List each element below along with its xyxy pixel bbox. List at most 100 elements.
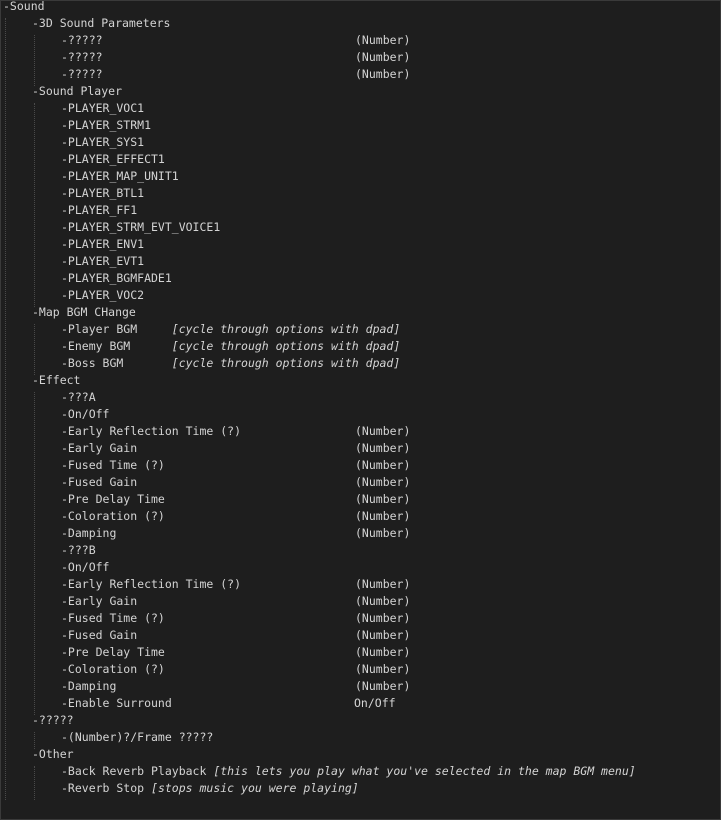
tree-leaf: -????? (Number) [61, 49, 410, 66]
line-text: -3D Sound Parameters [32, 16, 171, 30]
line-text: -Early Gain [61, 441, 138, 455]
tree-leaf: -PLAYER_FF1 [61, 202, 137, 219]
tree-leaf: -Enemy BGM [cycle through options with d… [61, 338, 400, 355]
line-text: -PLAYER_BGMFADE1 [61, 271, 172, 285]
value-placeholder: (Number) [355, 441, 411, 455]
tree-leaf: -PLAYER_VOC2 [61, 287, 144, 304]
value-placeholder: (Number) [355, 577, 411, 591]
line-text: -???A [61, 390, 96, 404]
tree-leaf: -Damping (Number) [61, 678, 410, 695]
line-text: -PLAYER_VOC2 [61, 288, 145, 302]
tree-leaf: -PLAYER_BGMFADE1 [61, 270, 172, 287]
value-placeholder: (Number) [355, 33, 411, 47]
tree-leaf: -???A [61, 389, 96, 406]
line-text: -PLAYER_STRM1 [61, 118, 152, 132]
tree-node-unknown: -????? [32, 712, 74, 729]
indent-guide-level-1 [5, 18, 6, 800]
line-text: -Coloration (?) [61, 662, 165, 676]
tree-leaf: -Coloration (?) (Number) [61, 661, 410, 678]
line-text: -Boss BGM [61, 356, 172, 370]
text-editor[interactable]: -Sound -3D Sound Parameters -????? (Numbe… [0, 0, 721, 820]
tree-leaf: -PLAYER_EVT1 [61, 253, 144, 270]
value-placeholder: (Number) [355, 492, 411, 506]
tree-leaf: -PLAYER_STRM1 [61, 117, 151, 134]
line-text: -On/Off [61, 560, 110, 574]
tree-leaf: -PLAYER_ENV1 [61, 236, 144, 253]
value-placeholder: On/Off [354, 696, 396, 710]
line-text: -Coloration (?) [61, 509, 165, 523]
line-text: -Damping [61, 526, 117, 540]
tree-leaf: -PLAYER_SYS1 [61, 134, 144, 151]
value-placeholder: (Number) [355, 662, 411, 676]
tree-node-sound: -Sound [3, 0, 45, 15]
indent-guide-level-2 [34, 35, 35, 86]
line-text: -Early Gain [61, 594, 138, 608]
line-text: -PLAYER_EFFECT1 [61, 152, 165, 166]
value-placeholder: (Number) [355, 628, 411, 642]
indent-guide-level-2 [34, 392, 35, 715]
value-placeholder: (Number) [355, 645, 411, 659]
line-text: -Early Reflection Time (?) [61, 424, 242, 438]
tree-leaf: -Fused Gain (Number) [61, 474, 410, 491]
line-text: -Fused Gain [61, 628, 138, 642]
line-text: -Enemy BGM [61, 339, 172, 353]
tree-leaf: -Early Reflection Time (?) (Number) [61, 576, 410, 593]
comment-note: [this lets you play what you've selected… [213, 764, 636, 778]
line-text: -Reverb Stop [61, 781, 152, 795]
line-text: -???B [61, 543, 96, 557]
tree-leaf: -Fused Time (?) (Number) [61, 610, 410, 627]
line-text: -Fused Gain [61, 475, 138, 489]
value-placeholder: (Number) [355, 458, 411, 472]
line-text: -Other [32, 747, 74, 761]
line-text: -????? [61, 33, 103, 47]
value-placeholder: (Number) [355, 424, 411, 438]
indent-guide-level-2 [34, 766, 35, 800]
tree-leaf: -Enable Surround On/Off [61, 695, 396, 712]
line-text: -PLAYER_ENV1 [61, 237, 145, 251]
line-text: -Sound [3, 0, 45, 13]
tree-leaf: -PLAYER_BTL1 [61, 185, 144, 202]
tree-node-sound-player: -Sound Player [32, 83, 122, 100]
line-text: -Early Reflection Time (?) [61, 577, 242, 591]
line-text: -Fused Time (?) [61, 458, 165, 472]
tree-leaf: -Coloration (?) (Number) [61, 508, 410, 525]
indent-guide-level-2 [34, 324, 35, 375]
tree-leaf: -Damping (Number) [61, 525, 410, 542]
line-text: -On/Off [61, 407, 110, 421]
tree-leaf: -Early Gain (Number) [61, 440, 410, 457]
line-text: -PLAYER_BTL1 [61, 186, 145, 200]
value-placeholder: (Number) [355, 594, 411, 608]
line-text: -PLAYER_FF1 [61, 203, 138, 217]
line-text: -????? [61, 67, 103, 81]
indent-guide-level-2 [34, 103, 35, 307]
tree-node-3d-sound-parameters: -3D Sound Parameters [32, 15, 170, 32]
line-text: -PLAYER_MAP_UNIT1 [61, 169, 179, 183]
value-placeholder: (Number) [355, 509, 411, 523]
line-text: -PLAYER_EVT1 [61, 254, 145, 268]
comment-note: [cycle through options with dpad] [171, 356, 401, 370]
tree-leaf: -Reverb Stop [stops music you were playi… [61, 780, 359, 797]
tree-leaf: -Back Reverb Playback [this lets you pla… [61, 763, 636, 780]
tree-leaf: -Pre Delay Time (Number) [61, 491, 410, 508]
line-text: -Damping [61, 679, 117, 693]
tree-leaf: -Player BGM [cycle through options with … [61, 321, 400, 338]
tree-leaf: -Fused Time (?) (Number) [61, 457, 410, 474]
tree-node-effect: -Effect [32, 372, 80, 389]
tree-leaf: -On/Off [61, 406, 109, 423]
value-placeholder: (Number) [355, 611, 411, 625]
line-text: -Map BGM CHange [32, 305, 136, 319]
tree-leaf: -PLAYER_STRM_EVT_VOICE1 [61, 219, 220, 236]
tree-leaf: -Fused Gain (Number) [61, 627, 410, 644]
line-text: -Enable Surround [61, 696, 172, 710]
line-text: -????? [32, 713, 74, 727]
line-text: -PLAYER_VOC1 [61, 101, 145, 115]
tree-leaf: -On/Off [61, 559, 109, 576]
line-text: -Pre Delay Time [61, 492, 165, 506]
value-placeholder: (Number) [355, 67, 411, 81]
tree-leaf: -PLAYER_MAP_UNIT1 [61, 168, 179, 185]
line-text: -Sound Player [32, 84, 123, 98]
comment-note: [cycle through options with dpad] [171, 322, 401, 336]
tree-leaf: -(Number)?/Frame ????? [61, 729, 213, 746]
line-text: -Back Reverb Playback [61, 764, 214, 778]
value-placeholder: (Number) [355, 50, 411, 64]
